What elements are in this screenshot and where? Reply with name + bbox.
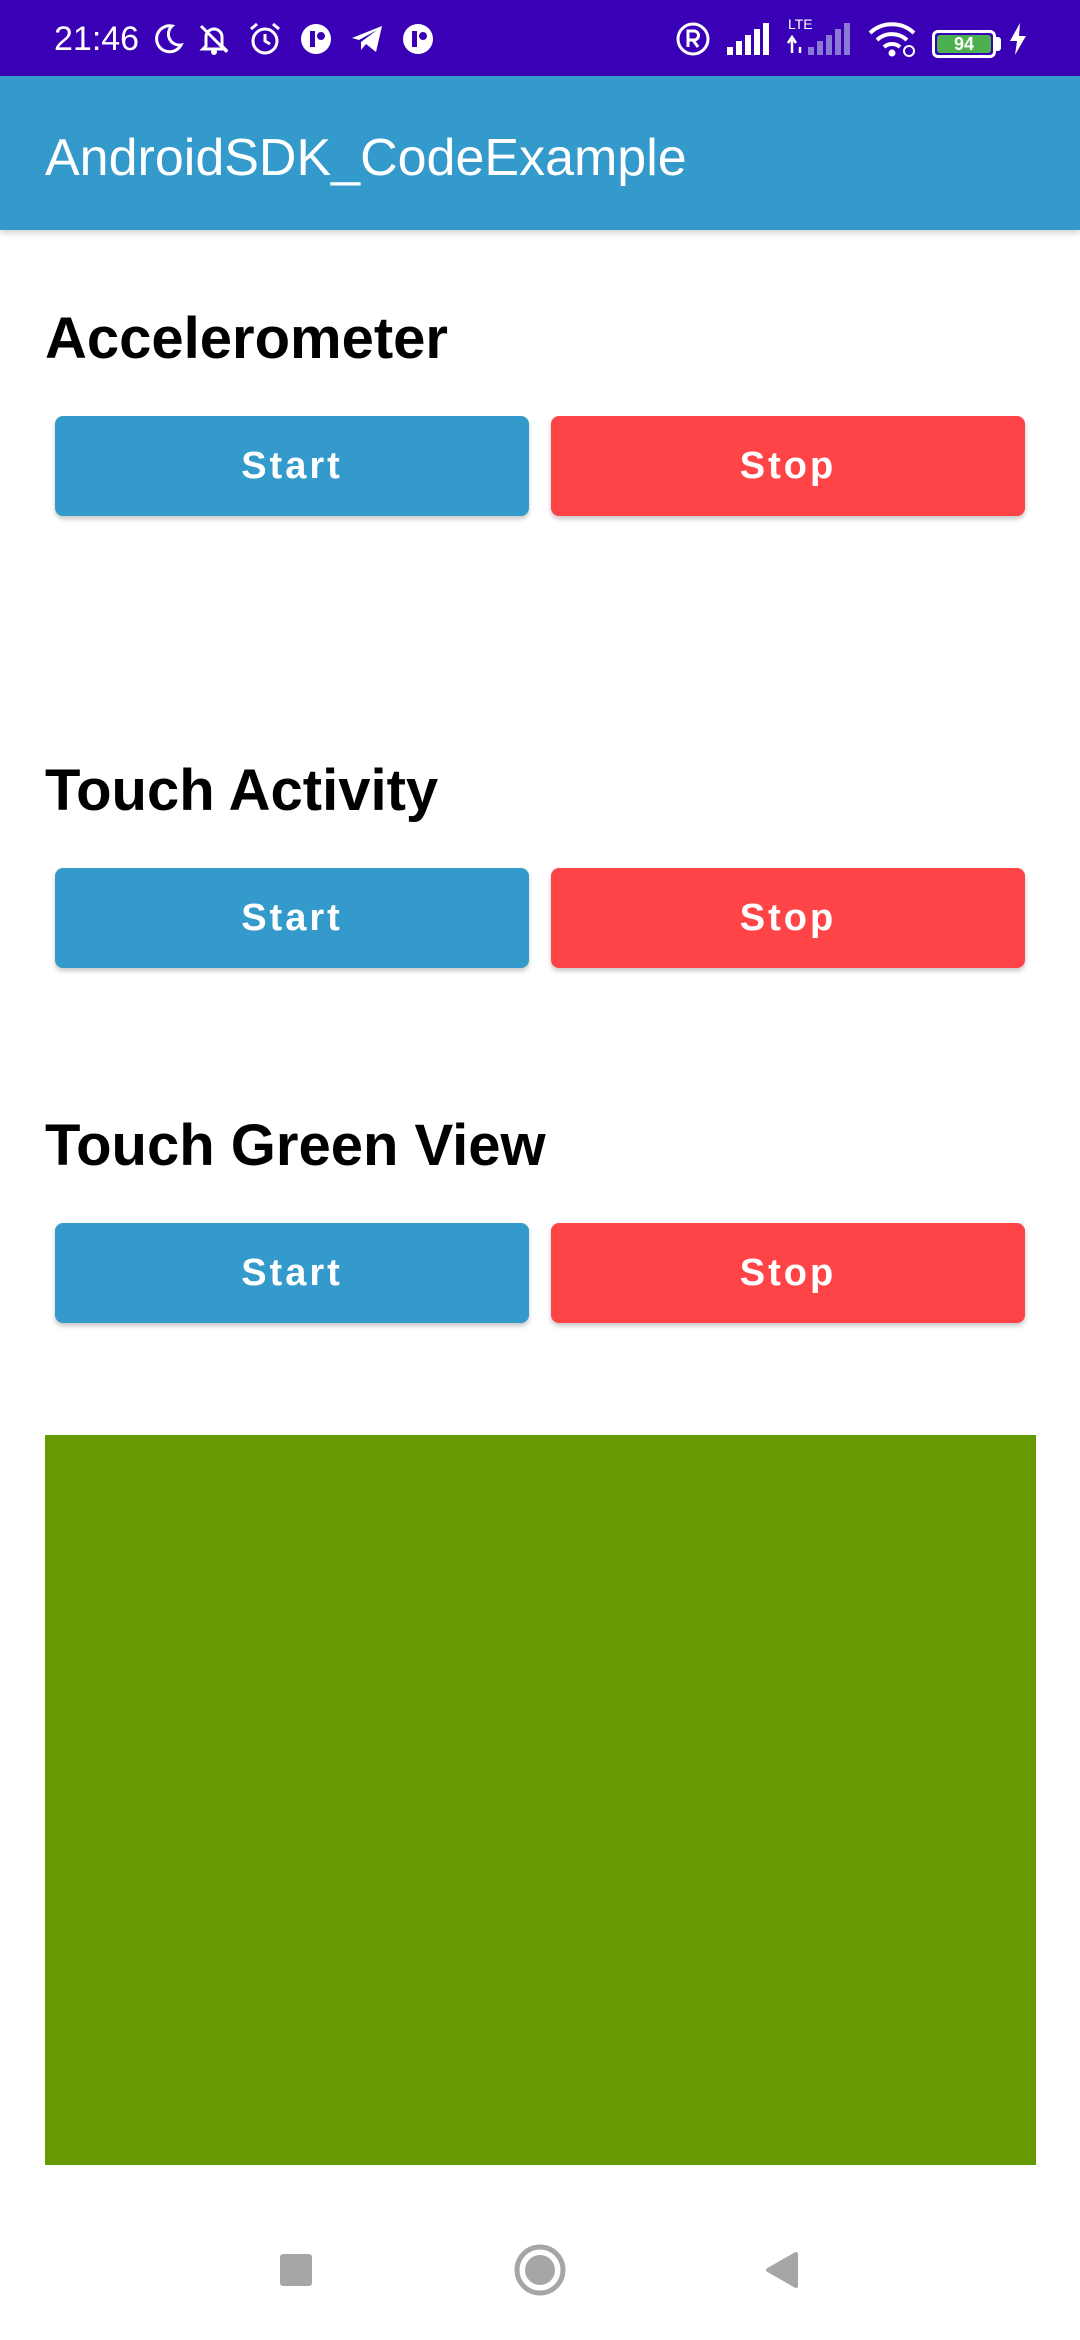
signal-icon xyxy=(724,20,774,58)
charging-icon xyxy=(1006,20,1030,58)
accelerometer-start-button[interactable]: Start xyxy=(55,416,529,516)
battery-icon: 94 xyxy=(932,30,996,58)
bell-off-icon xyxy=(196,20,232,58)
alarm-icon xyxy=(246,20,284,58)
touch-activity-start-button[interactable]: Start xyxy=(55,868,529,968)
section-title-touch-green-view: Touch Green View xyxy=(45,1113,546,1178)
telegram-icon xyxy=(348,20,386,58)
back-triangle-icon[interactable] xyxy=(742,2230,822,2310)
green-touch-view[interactable] xyxy=(45,1435,1036,2165)
touch-green-view-start-button[interactable]: Start xyxy=(55,1223,529,1323)
accelerometer-stop-button[interactable]: Stop xyxy=(551,416,1025,516)
registered-icon xyxy=(674,20,712,58)
app-icon xyxy=(298,20,334,58)
section-title-accelerometer: Accelerometer xyxy=(45,306,448,371)
home-circle-icon[interactable] xyxy=(500,2230,580,2310)
lte-label: LTE xyxy=(788,16,813,32)
recents-square-icon[interactable] xyxy=(256,2230,336,2310)
moon-icon xyxy=(150,20,186,58)
app-title: AndroidSDK_CodeExample xyxy=(45,129,687,187)
battery-level: 94 xyxy=(953,34,975,54)
status-time: 21:46 xyxy=(54,20,140,58)
app-icon xyxy=(400,20,436,58)
status-bar: 21:46 LTE 94 xyxy=(0,0,1080,76)
touch-activity-stop-button[interactable]: Stop xyxy=(551,868,1025,968)
navigation-bar xyxy=(0,2190,1080,2340)
app-bar: AndroidSDK_CodeExample xyxy=(0,76,1080,230)
lte-signal-icon: LTE xyxy=(784,16,854,58)
wifi-icon xyxy=(866,20,918,58)
section-title-touch-activity: Touch Activity xyxy=(45,758,439,823)
battery-tip xyxy=(996,37,1001,51)
touch-green-view-stop-button[interactable]: Stop xyxy=(551,1223,1025,1323)
